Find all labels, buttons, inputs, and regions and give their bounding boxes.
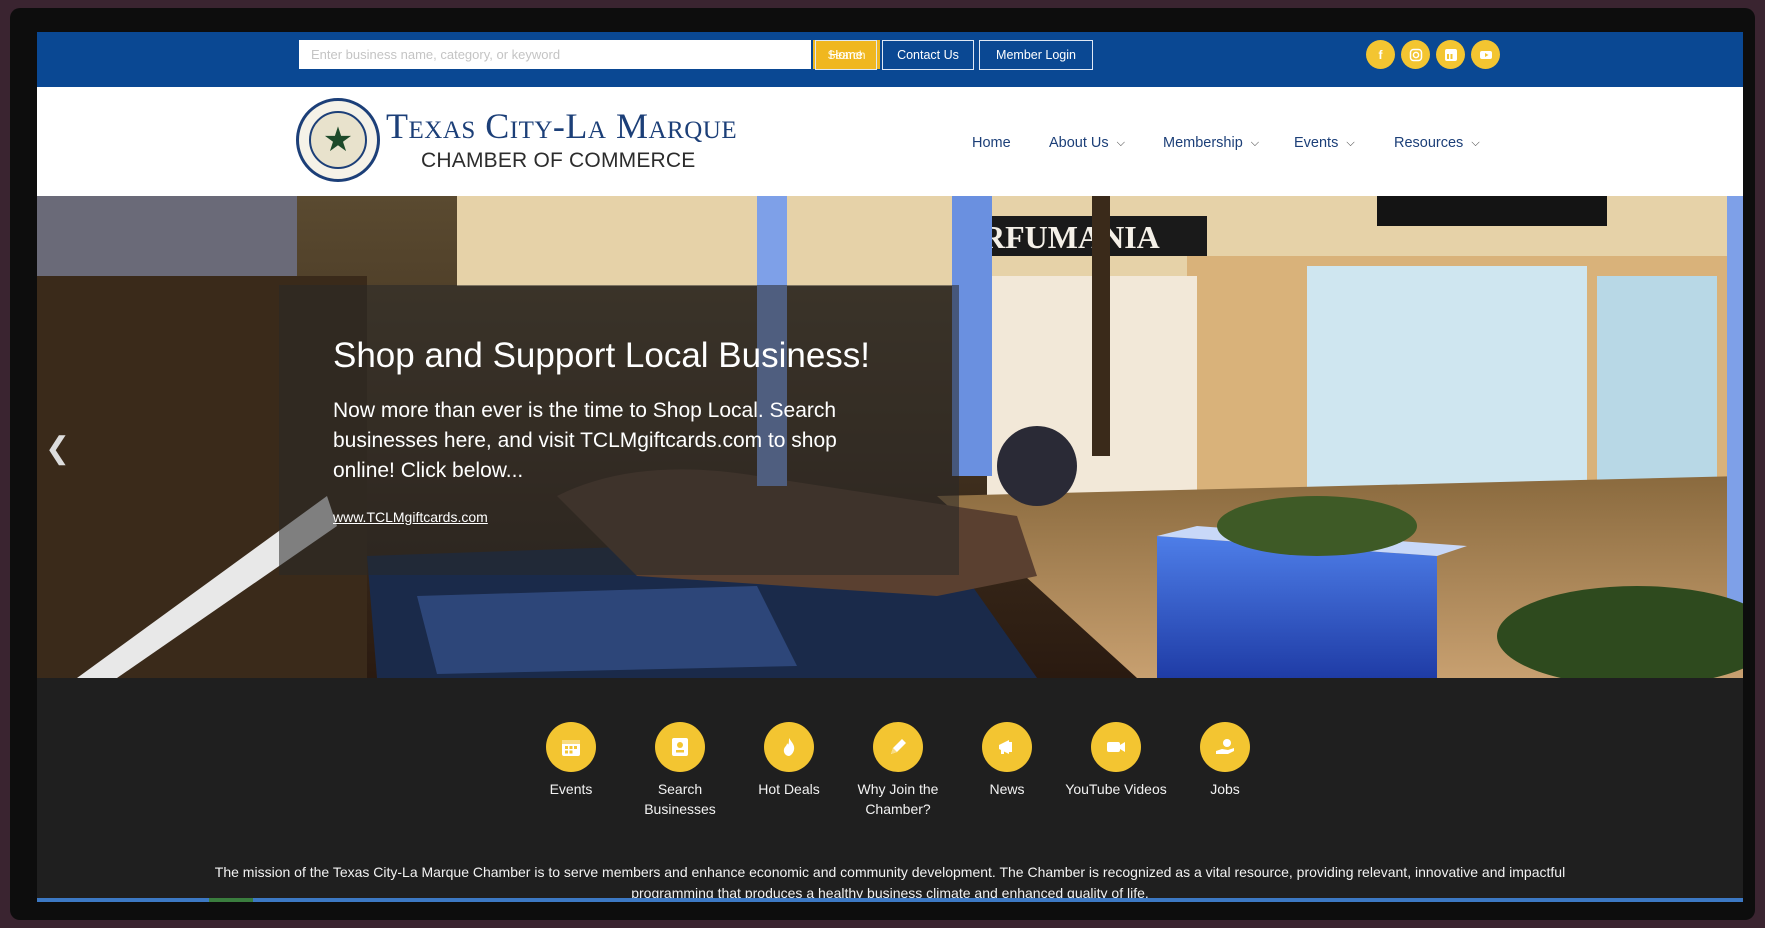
nav-about-us-label: About Us — [1049, 135, 1109, 151]
storefront-sign: RFUMANIA — [982, 219, 1160, 255]
slider-prev-arrow-icon[interactable]: ❮ — [45, 431, 70, 466]
hand-money-icon — [1200, 722, 1250, 772]
nav-about-us[interactable]: About Us ⌵ — [1049, 135, 1125, 151]
video-camera-icon — [1091, 722, 1141, 772]
hero-body-text: Now more than ever is the time to Shop L… — [333, 399, 837, 482]
footer-accent — [209, 898, 253, 902]
top-link-member-login[interactable]: Member Login — [979, 40, 1093, 70]
nav-home-label: Home — [972, 135, 1011, 151]
quick-link-label: Hot Deals — [758, 781, 820, 797]
mission-statement: The mission of the Texas City-La Marque … — [214, 864, 1566, 901]
business-search-input[interactable] — [299, 40, 811, 69]
nav-home[interactable]: Home — [972, 135, 1011, 151]
quick-link-label: Events — [549, 781, 593, 797]
top-bar: Search Home Contact Us Member Login f — [37, 32, 1743, 87]
calendar-icon — [546, 722, 596, 772]
quick-link-label: Jobs — [1210, 781, 1240, 797]
nav-events[interactable]: Events ⌵ — [1294, 135, 1355, 151]
chevron-down-icon: ⌵ — [1116, 136, 1125, 149]
chamber-seal-logo[interactable]: ★ — [296, 98, 380, 182]
linkedin-icon[interactable] — [1436, 40, 1465, 69]
quick-link-label: YouTube Videos — [1065, 781, 1167, 797]
business-card-icon — [655, 722, 705, 772]
quick-link-label: Why Join the Chamber? — [857, 781, 939, 817]
chevron-down-icon: ⌵ — [1346, 136, 1355, 149]
top-link-home-label[interactable]: Home — [815, 40, 877, 70]
quick-link-why-join[interactable]: Why Join the Chamber? — [843, 722, 953, 819]
browser-viewport: Search Home Contact Us Member Login f ★ … — [37, 32, 1743, 902]
quick-link-news[interactable]: News — [952, 722, 1062, 799]
nav-membership[interactable]: Membership ⌵ — [1163, 135, 1259, 151]
quick-link-hot-deals[interactable]: Hot Deals — [734, 722, 844, 799]
quick-link-youtube-videos[interactable]: YouTube Videos — [1061, 722, 1171, 799]
hero-slider[interactable]: RFUMANIA Shop and Support Local Business… — [37, 196, 1743, 678]
hero-title: Shop and Support Local Business! — [333, 336, 871, 375]
youtube-icon[interactable] — [1471, 40, 1500, 69]
logo-subtitle: CHAMBER OF COMMERCE — [421, 149, 696, 172]
chevron-down-icon: ⌵ — [1471, 136, 1480, 149]
nav-events-label: Events — [1294, 135, 1339, 151]
quick-link-search-businesses[interactable]: Search Businesses — [625, 722, 735, 819]
logo-title[interactable]: Texas City-La Marque — [386, 105, 766, 147]
instagram-icon[interactable] — [1401, 40, 1430, 69]
site-header: ★ Texas City-La Marque CHAMBER OF COMMER… — [37, 87, 1743, 196]
nav-resources[interactable]: Resources ⌵ — [1394, 135, 1480, 151]
footer-divider — [37, 898, 1743, 902]
hero-giftcards-link[interactable]: www.TCLMgiftcards.com — [333, 509, 488, 525]
nav-membership-label: Membership — [1163, 135, 1243, 151]
quick-link-label: News — [989, 781, 1025, 797]
quick-link-jobs[interactable]: Jobs — [1170, 722, 1280, 799]
flame-icon — [764, 722, 814, 772]
quick-link-label: Search Businesses — [644, 781, 716, 817]
star-icon: ★ — [309, 111, 367, 169]
quick-link-events[interactable]: Events — [516, 722, 626, 799]
top-link-contact-us[interactable]: Contact Us — [882, 40, 974, 70]
pencil-icon — [873, 722, 923, 772]
chevron-down-icon: ⌵ — [1250, 136, 1260, 149]
nav-resources-label: Resources — [1394, 135, 1464, 151]
megaphone-icon — [982, 722, 1032, 772]
facebook-icon[interactable]: f — [1366, 40, 1395, 69]
